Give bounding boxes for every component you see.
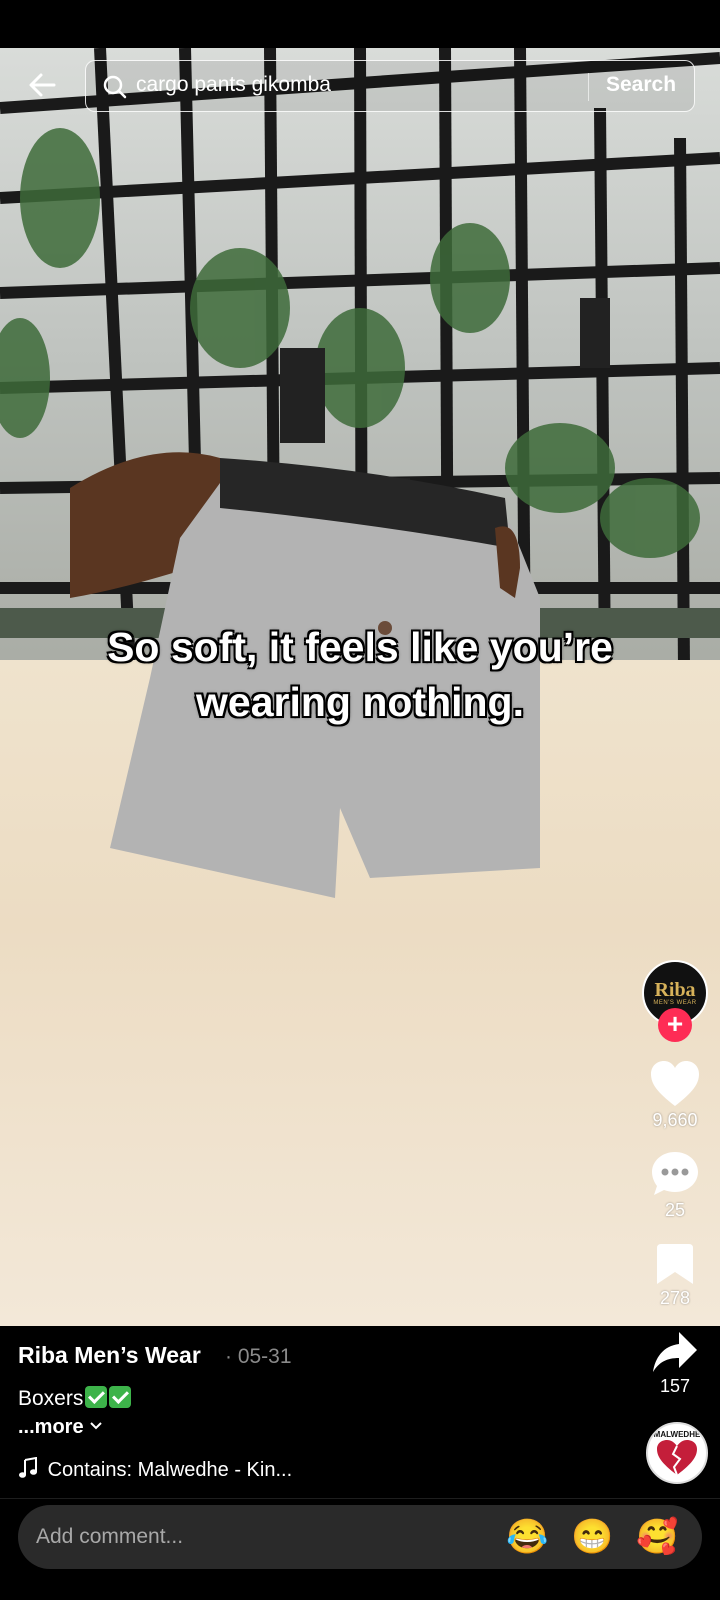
- post-description: Boxers: [18, 1386, 132, 1411]
- status-bar: [0, 0, 720, 48]
- share-arrow-icon: [653, 1332, 697, 1372]
- follow-button[interactable]: +: [658, 1008, 692, 1042]
- avatar-sub-text: MEN'S WEAR: [653, 1000, 697, 1006]
- comment-bar[interactable]: Add comment... 😂 😁 🥰: [18, 1505, 702, 1569]
- comment-count: 25: [664, 1200, 686, 1220]
- caption-line-2: wearing nothing.: [196, 679, 524, 725]
- search-input[interactable]: cargo pants gikomba: [136, 73, 331, 97]
- save-count: 278: [659, 1288, 691, 1308]
- bottom-divider: [0, 1498, 720, 1499]
- video-caption: So soft, it feels like you’re wearing no…: [0, 620, 720, 730]
- emoji-grin-button[interactable]: 😁: [571, 1517, 613, 1557]
- emoji-hearts-button[interactable]: 🥰: [636, 1517, 678, 1557]
- like-button[interactable]: 9,660: [635, 1060, 715, 1131]
- share-button[interactable]: 157: [635, 1330, 715, 1397]
- post-date: · 05-31: [225, 1345, 292, 1368]
- check-mark-icon: [85, 1386, 108, 1408]
- save-button[interactable]: 278: [635, 1242, 715, 1309]
- search-bar[interactable]: cargo pants gikomba Search: [85, 60, 695, 112]
- back-button[interactable]: [24, 64, 68, 108]
- video-player[interactable]: So soft, it feels like you’re wearing no…: [0, 48, 720, 1326]
- like-count: 9,660: [652, 1110, 698, 1130]
- comment-icon: [652, 1152, 698, 1195]
- music-info[interactable]: Contains: Malwedhe - Kin...: [18, 1456, 293, 1482]
- comment-button[interactable]: 25: [635, 1150, 715, 1221]
- chevron-down-icon: [90, 1422, 102, 1430]
- broken-heart-icon: [657, 1440, 697, 1476]
- back-arrow-icon: [29, 73, 56, 97]
- share-count: 157: [659, 1376, 691, 1396]
- music-title: Contains: Malwedhe - Kin...: [47, 1459, 293, 1481]
- music-note-icon: [19, 1456, 37, 1478]
- author-name[interactable]: Riba Men’s Wear: [18, 1342, 201, 1369]
- search-button[interactable]: Search: [606, 73, 676, 97]
- bookmark-icon: [657, 1244, 693, 1284]
- description-text: Boxers: [18, 1387, 84, 1410]
- search-icon: [103, 75, 127, 99]
- check-mark-icon: [109, 1386, 132, 1408]
- avatar-brand-text: Riba: [654, 979, 696, 1001]
- caption-line-1: So soft, it feels like you’re: [107, 624, 613, 670]
- music-disc-label: MALWEDHE: [653, 1430, 701, 1439]
- heart-icon: [651, 1061, 699, 1106]
- more-label: ...more: [18, 1416, 84, 1438]
- search-divider: [588, 73, 589, 101]
- comment-input[interactable]: Add comment...: [36, 1525, 183, 1549]
- more-button[interactable]: ...more: [18, 1416, 103, 1439]
- emoji-laughing-button[interactable]: 😂: [506, 1517, 548, 1557]
- music-disc[interactable]: MALWEDHE: [646, 1422, 708, 1484]
